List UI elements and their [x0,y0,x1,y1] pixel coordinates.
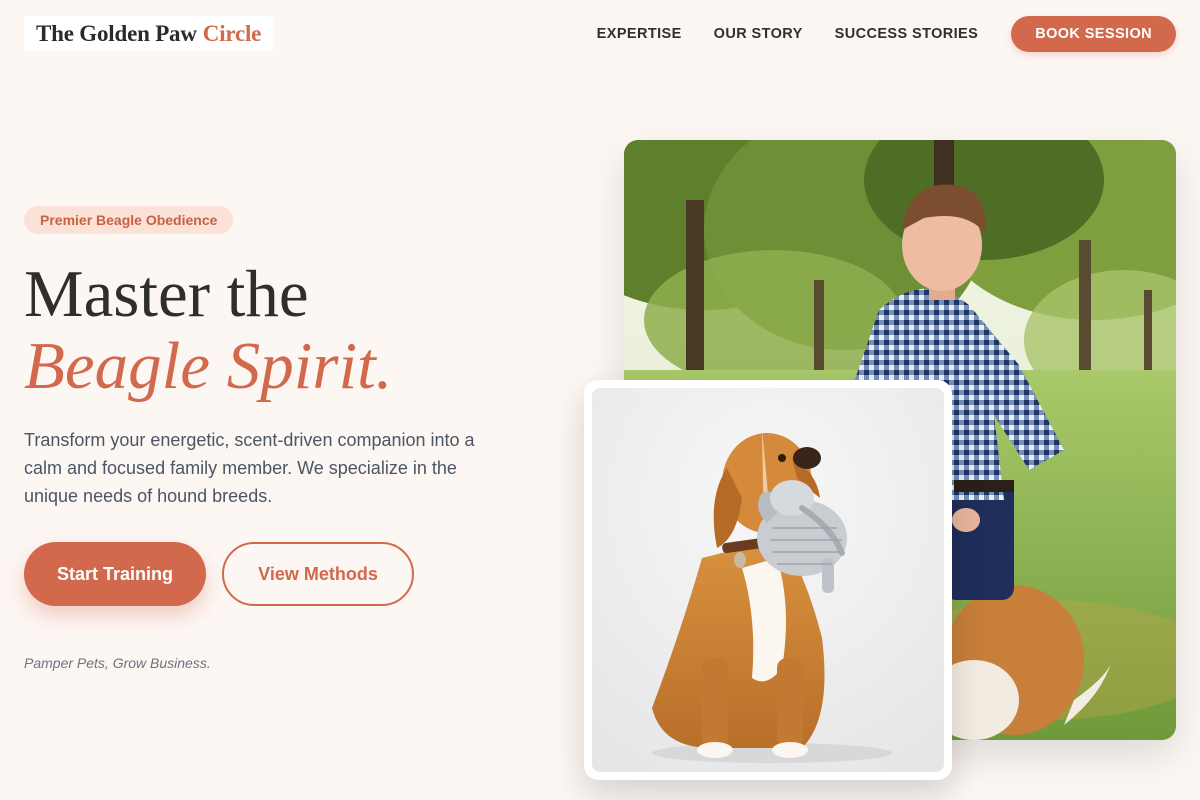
hero-headline: Master the Beagle Spirit. [24,258,392,402]
hero-description: Transform your energetic, scent-driven c… [24,430,475,506]
nav-link-our-story[interactable]: OUR STORY [714,26,803,42]
headline-line-1: Master the [24,257,309,331]
dog-with-toy-photo [592,388,944,772]
view-methods-button[interactable]: View Methods [222,542,414,606]
brand-logo[interactable]: The Golden Paw Circle [24,16,274,51]
hero-tagline: Pamper Pets, Grow Business. [24,655,211,671]
brand-name-accent: Circle [202,20,262,46]
brand-name: The Golden Paw [36,20,197,46]
hero-badge: Premier Beagle Obedience [24,206,234,234]
dog-with-toy-photo-card [584,380,952,780]
start-training-button[interactable]: Start Training [24,542,206,606]
main-nav: EXPERTISE OUR STORY SUCCESS STORIES BOOK… [597,16,1176,52]
nav-link-expertise[interactable]: EXPERTISE [597,26,682,42]
nav-link-success-stories[interactable]: SUCCESS STORIES [835,26,979,42]
headline-line-2: Beagle Spirit. [24,329,393,403]
book-session-button[interactable]: BOOK SESSION [1011,16,1176,52]
